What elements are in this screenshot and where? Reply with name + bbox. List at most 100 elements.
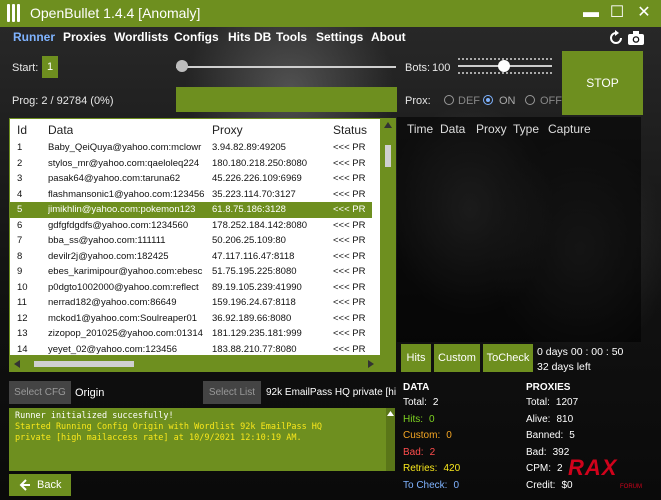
- table-row[interactable]: 4 flashmansonic1@yahoo.com:123456 35.223.1…: [10, 187, 372, 203]
- select-cfg-button[interactable]: Select CFG: [9, 381, 71, 404]
- stat-value: 420: [443, 463, 461, 474]
- tocheck-filter-button[interactable]: ToCheck: [483, 344, 533, 372]
- table-horizontal-scrollbar[interactable]: [10, 355, 380, 371]
- stat-label: Alive:: [526, 413, 551, 425]
- select-list-button[interactable]: Select List: [203, 381, 261, 404]
- header-id[interactable]: Id: [17, 123, 27, 137]
- hits-header-data[interactable]: Data: [440, 122, 465, 136]
- table-row[interactable]: 8 devilr2j@yahoo.com:182425 47.117.116.47:…: [10, 249, 372, 265]
- proxy-off-radio[interactable]: [525, 95, 535, 105]
- watermark-logo: RAX: [568, 455, 618, 480]
- data-stat: Bad: 2: [403, 447, 435, 458]
- back-button[interactable]: Back: [9, 474, 71, 496]
- cell-proxy: 3.94.82.89:49205: [212, 142, 286, 153]
- hits-header-capture[interactable]: Capture: [548, 122, 591, 136]
- cell-proxy: 51.75.195.225:8080: [212, 266, 297, 277]
- table-vertical-scrollbar[interactable]: [380, 119, 395, 371]
- hits-filter-button[interactable]: Hits: [401, 344, 431, 372]
- cell-data: zizopop_201025@yahoo.com:01314: [48, 328, 203, 339]
- stat-value: 2: [557, 463, 563, 474]
- cell-id: 1: [17, 142, 23, 153]
- table-row[interactable]: 13 zizopop_201025@yahoo.com:01314 181.129.…: [10, 326, 372, 342]
- hits-header-type[interactable]: Type: [513, 122, 539, 136]
- stat-label: Total:: [526, 397, 550, 408]
- cell-id: 8: [17, 250, 23, 262]
- menu-wordlists[interactable]: Wordlists: [114, 30, 168, 44]
- stop-button[interactable]: STOP: [562, 51, 643, 115]
- cell-status: <<< PR: [333, 142, 366, 153]
- stat-value: 1207: [555, 397, 579, 408]
- menu-tools[interactable]: Tools: [276, 30, 307, 44]
- cell-status: <<< PR: [333, 173, 366, 184]
- stat-label: Banned:: [526, 430, 564, 441]
- header-proxy[interactable]: Proxy: [212, 123, 243, 137]
- bots-value: 100: [432, 62, 451, 74]
- hits-panel: [397, 117, 641, 342]
- camera-icon[interactable]: [627, 30, 645, 46]
- table-row[interactable]: 6 gdfgfdgdfs@yahoo.com:1234560 178.252.184…: [10, 218, 372, 234]
- header-status[interactable]: Status: [333, 123, 367, 137]
- window-title: OpenBullet 1.4.4 [Anomaly]: [30, 5, 201, 21]
- proxy-stat: Credit: $0: [526, 480, 573, 491]
- cell-status: <<< PR: [333, 297, 366, 308]
- menu-runner[interactable]: Runner: [13, 30, 55, 44]
- custom-filter-button[interactable]: Custom: [434, 344, 480, 372]
- menu-settings[interactable]: Settings: [316, 30, 363, 44]
- table-row[interactable]: 2 stylos_mr@yahoo.com:qaeloleq224 180.180.…: [10, 156, 372, 172]
- stat-label: Custom:: [403, 430, 441, 441]
- console-log: Runner initialized succesfully! Started R…: [9, 408, 395, 471]
- menu-about[interactable]: About: [371, 30, 406, 44]
- scroll-left-icon[interactable]: [14, 360, 20, 368]
- menu-hits-db[interactable]: Hits DB: [228, 30, 271, 44]
- menu-configs[interactable]: Configs: [174, 30, 219, 44]
- table-row[interactable]: 5 jimikhlin@yahoo.com:pokemon123 61.8.75.1…: [10, 202, 372, 218]
- menu-proxies[interactable]: Proxies: [63, 30, 106, 44]
- header-data[interactable]: Data: [48, 123, 73, 137]
- close-button[interactable]: ✕: [633, 3, 655, 23]
- cell-id: 11: [17, 297, 27, 308]
- cell-proxy: 159.196.24.67:8118: [212, 297, 296, 308]
- cell-status: <<< PR: [333, 266, 366, 277]
- table-row[interactable]: 7 bba_ss@yahoo.com:111111 50.206.25.109:80…: [10, 233, 372, 249]
- stat-value: 5: [569, 430, 575, 441]
- cell-status: <<< PR: [333, 235, 366, 246]
- stat-label: Total:: [403, 397, 427, 408]
- proxy-stat: Banned: 5: [526, 430, 575, 441]
- table-row[interactable]: 9 ebes_karimipour@yahoo.com:ebesc 51.75.19…: [10, 264, 372, 280]
- scroll-right-icon[interactable]: [368, 360, 374, 368]
- cell-data: yeyet_02@yahoo.com:123456: [48, 343, 178, 355]
- stat-value: 2: [432, 397, 439, 408]
- stat-value: 0: [429, 413, 435, 425]
- console-scrollbar[interactable]: [386, 408, 395, 471]
- cell-id: 12: [17, 312, 28, 324]
- hits-header-proxy[interactable]: Proxy: [476, 122, 507, 136]
- scroll-up-icon[interactable]: [384, 122, 392, 128]
- hits-header-time[interactable]: Time: [407, 122, 433, 136]
- start-slider-handle[interactable]: [176, 60, 188, 72]
- proxy-label: Prox:: [405, 95, 431, 107]
- cell-data: stylos_mr@yahoo.com:qaeloleq224: [48, 157, 200, 169]
- cell-proxy: 50.206.25.109:80: [212, 235, 286, 246]
- refresh-icon[interactable]: [607, 30, 625, 46]
- proxy-def-radio[interactable]: [444, 95, 454, 105]
- table-row[interactable]: 12 mckod1@yahoo.com:Soulreaper01 36.92.189…: [10, 311, 372, 327]
- data-stat: Retries: 420: [403, 463, 460, 474]
- cell-data: gdfgfdgdfs@yahoo.com:1234560: [48, 219, 189, 231]
- minimize-button[interactable]: ▬: [580, 3, 602, 23]
- console-line: private [high mailaccess rate] at 10/9/2…: [15, 433, 302, 443]
- cell-data: ebes_karimipour@yahoo.com:ebesc: [48, 266, 203, 277]
- proxy-def-label: DEF: [458, 95, 480, 107]
- table-row[interactable]: 10 p0dgto1002000@yahoo.com:reflect 89.19.1…: [10, 280, 372, 296]
- table-row[interactable]: 3 pasak64@yahoo.com:taruna62 45.226.226.10…: [10, 171, 372, 187]
- cell-data: p0dgto1002000@yahoo.com:reflect: [48, 281, 199, 293]
- table-row[interactable]: 11 nerrad182@yahoo.com:86649 159.196.24.67…: [10, 295, 372, 311]
- proxy-on-radio[interactable]: [483, 95, 493, 105]
- maximize-button[interactable]: ☐: [606, 3, 628, 23]
- stat-label: Retries:: [403, 463, 438, 474]
- data-stat: Hits: 0: [403, 414, 435, 425]
- bots-slider[interactable]: [458, 53, 552, 78]
- start-input[interactable]: 1: [42, 56, 58, 78]
- cell-proxy: 178.252.184.142:8080: [212, 219, 308, 231]
- cell-data: mckod1@yahoo.com:Soulreaper01: [48, 312, 198, 324]
- table-row[interactable]: 1 Baby_QeiQuya@yahoo.com:mclowr 3.94.82.89…: [10, 140, 372, 156]
